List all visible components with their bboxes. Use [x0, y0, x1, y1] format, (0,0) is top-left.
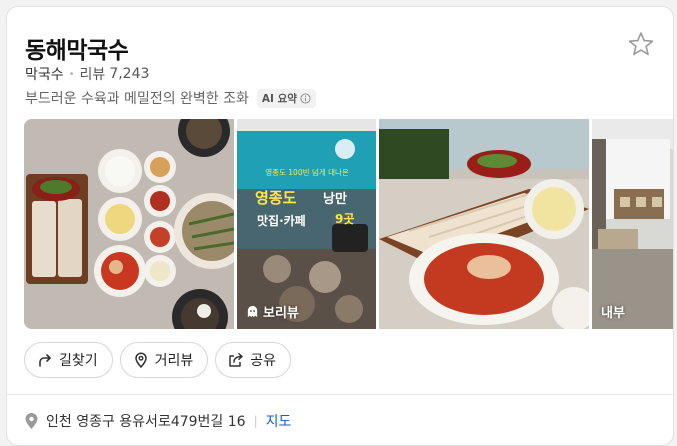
ai-summary: 부드러운 수육과 메밀전의 완벽한 조화 AI 요약: [25, 88, 316, 108]
directions-label: 길찾기: [59, 352, 98, 368]
map-link[interactable]: 지도: [266, 411, 292, 431]
star-icon[interactable]: [626, 29, 656, 59]
photo-blog-review[interactable]: 영종도 100빈 넘게 대나온 영종도 낭만 맛집·카페 9곳 보리뷰: [237, 119, 376, 329]
share-button[interactable]: 공유: [215, 342, 292, 378]
review-overlay-line4: 맛집·카페: [257, 213, 306, 228]
street-view-pin-icon: [134, 352, 147, 368]
ai-badge-label: AI 요약: [261, 92, 297, 105]
directions-arrow-icon: [39, 354, 51, 367]
directions-button[interactable]: 길찾기: [24, 342, 113, 378]
photo-label-text: 내부: [601, 306, 625, 321]
pork-photo-image: [379, 119, 589, 329]
photo-gallery: 영종도 100빈 넘게 대나온 영종도 낭만 맛집·카페 9곳 보리뷰 내부: [24, 119, 673, 329]
ghost-icon: [247, 305, 258, 318]
review-overlay-line2: 영종도: [255, 189, 297, 207]
review-overlay-line1: 영종도 100빈 넘게 대나온: [265, 167, 349, 177]
action-buttons: 길찾기 거리뷰 공유: [24, 342, 292, 378]
food-photo-image: [24, 119, 234, 329]
review-count[interactable]: 7,243: [109, 66, 149, 82]
photo-interior[interactable]: 내부: [592, 119, 673, 329]
street-view-button[interactable]: 거리뷰: [119, 342, 209, 378]
place-meta: 막국수 • 리뷰 7,243: [25, 64, 149, 84]
review-overlay-line5: 9곳: [335, 212, 354, 226]
street-view-label: 거리뷰: [154, 352, 194, 368]
location-pin-icon: [25, 413, 38, 429]
photo-label-interior: 내부: [601, 302, 625, 321]
share-label: 공유: [250, 352, 277, 368]
divider: [7, 394, 673, 395]
review-overlay-line3: 낭만: [323, 191, 347, 207]
review-label[interactable]: 리뷰: [80, 64, 106, 84]
photo-pork-kimchi[interactable]: [379, 119, 589, 329]
category-label: 막국수: [25, 67, 64, 83]
summary-text: 부드러운 수육과 메밀전의 완벽한 조화: [25, 91, 249, 107]
ai-summary-badge[interactable]: AI 요약: [256, 88, 316, 108]
share-icon: [229, 353, 244, 367]
interior-photo-image: [592, 119, 673, 329]
separator-dot: •: [68, 68, 75, 80]
photo-label-blog: 보리뷰: [246, 302, 299, 321]
address-separator: |: [253, 414, 258, 428]
place-title[interactable]: 동해막국수: [25, 31, 129, 65]
photo-food-spread[interactable]: [24, 119, 234, 329]
address-row: 인천 영종구 용유서로479번길 16 | 지도: [25, 411, 291, 431]
place-card: 동해막국수 막국수 • 리뷰 7,243 부드러운 수육과 메밀전의 완벽한 조…: [6, 6, 674, 446]
photo-label-text: 보리뷰: [263, 306, 299, 321]
info-icon: [300, 92, 311, 104]
review-photo-image: 영종도 100빈 넘게 대나온 영종도 낭만 맛집·카페 9곳: [237, 119, 376, 329]
address-text[interactable]: 인천 영종구 용유서로479번길 16: [46, 411, 246, 431]
